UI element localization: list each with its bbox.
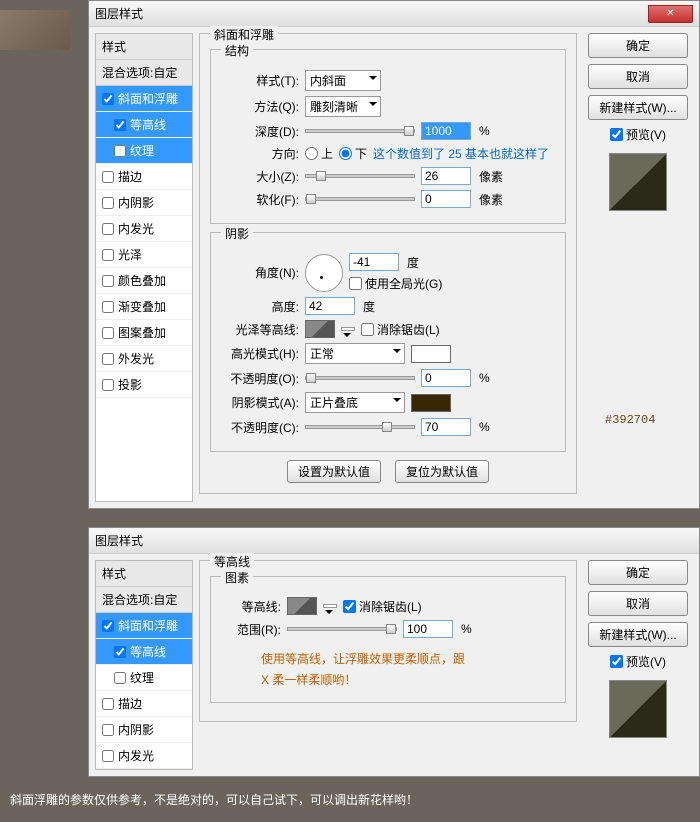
contour-swatch[interactable] — [287, 597, 317, 615]
sidebar-pattern-overlay[interactable]: 图案叠加 — [96, 320, 192, 346]
shadow-mode[interactable]: 正片叠底 — [305, 392, 405, 413]
titlebar: 图层样式 ✕ — [89, 1, 699, 27]
bevel-panel: 斜面和浮雕 结构 样式(T):内斜面 方法(Q):雕刻清晰 深度(D):1000… — [199, 33, 577, 502]
sidebar-texture[interactable]: 纹理 — [96, 138, 192, 164]
preview-check[interactable]: 预览(V) — [610, 126, 666, 143]
sidebar-inner-glow[interactable]: 内发光 — [96, 216, 192, 242]
contour-dd[interactable] — [323, 604, 337, 608]
highlight-color[interactable] — [411, 345, 451, 363]
texture-check[interactable] — [114, 145, 126, 157]
make-default-button[interactable]: 设置为默认值 — [287, 460, 381, 483]
sidebar-inner-shadow[interactable]: 内阴影 — [96, 190, 192, 216]
size-slider[interactable] — [305, 174, 415, 178]
new-style-button[interactable]: 新建样式(W)... — [588, 622, 688, 647]
new-style-button[interactable]: 新建样式(W)... — [588, 95, 688, 120]
sidebar-inner-shadow[interactable]: 内阴影 — [96, 717, 192, 743]
gloss-dd[interactable] — [341, 327, 355, 331]
titlebar: 图层样式 — [89, 528, 699, 554]
ok-button[interactable]: 确定 — [588, 33, 688, 58]
angle-dial[interactable] — [305, 254, 343, 292]
soften-input[interactable]: 0 — [421, 190, 471, 208]
highlight-mode[interactable]: 正常 — [305, 343, 405, 364]
size-input[interactable]: 26 — [421, 167, 471, 185]
angle-input[interactable]: -41 — [349, 253, 399, 271]
global-light[interactable]: 使用全局光(G) — [349, 275, 442, 292]
altitude-input[interactable]: 42 — [305, 297, 355, 315]
styles-sidebar: 样式 混合选项:自定 斜面和浮雕 等高线 纹理 描边 内阴影 内发光 — [95, 560, 193, 770]
sidebar-contour[interactable]: 等高线 — [96, 112, 192, 138]
right-buttons: 确定 取消 新建样式(W)... 预览(V) — [583, 33, 693, 502]
contour-note-1: 使用等高线，让浮雕效果更柔顺点，跟 — [261, 650, 555, 667]
dialog-title: 图层样式 — [95, 5, 648, 22]
contour-anti[interactable]: 消除锯齿(L) — [343, 598, 422, 615]
sidebar-contour[interactable]: 等高线 — [96, 639, 192, 665]
cancel-button[interactable]: 取消 — [588, 64, 688, 89]
preview-thumb — [609, 153, 667, 211]
soften-slider[interactable] — [305, 197, 415, 201]
sidebar-stroke[interactable]: 描边 — [96, 691, 192, 717]
cancel-button[interactable]: 取消 — [588, 591, 688, 616]
technique-select[interactable]: 雕刻清晰 — [305, 96, 381, 117]
dir-up[interactable]: 上 — [305, 145, 333, 162]
preview-thumb — [609, 680, 667, 738]
sh-opacity-input[interactable]: 70 — [421, 418, 471, 436]
dir-down[interactable]: 下 — [339, 145, 367, 162]
range-slider[interactable] — [287, 627, 397, 631]
bevel-check[interactable] — [102, 93, 114, 105]
structure-legend: 结构 — [221, 42, 253, 59]
sidebar-header: 样式 — [96, 34, 192, 60]
style-select[interactable]: 内斜面 — [305, 70, 381, 91]
contour-panel: 等高线 图素 等高线:消除锯齿(L) 范围(R):100% 使用等高线，让浮雕效… — [199, 560, 577, 770]
sidebar-inner-glow[interactable]: 内发光 — [96, 743, 192, 769]
contour-check[interactable] — [114, 119, 126, 131]
sidebar-bevel[interactable]: 斜面和浮雕 — [96, 86, 192, 112]
styles-sidebar: 样式 混合选项:自定 斜面和浮雕 等高线 纹理 描边 内阴影 内发光 光泽 颜色… — [95, 33, 193, 502]
sidebar-stroke[interactable]: 描边 — [96, 164, 192, 190]
sidebar-gradient-overlay[interactable]: 渐变叠加 — [96, 294, 192, 320]
sidebar-texture[interactable]: 纹理 — [96, 665, 192, 691]
hl-opacity-input[interactable]: 0 — [421, 369, 471, 387]
ok-button[interactable]: 确定 — [588, 560, 688, 585]
gloss-contour[interactable] — [305, 320, 335, 338]
bevel-legend: 斜面和浮雕 — [210, 26, 278, 43]
sidebar-bevel[interactable]: 斜面和浮雕 — [96, 613, 192, 639]
contour-note-2: X 柔一样柔顺哟！ — [261, 671, 555, 688]
depth-input[interactable]: 1000 — [421, 122, 471, 140]
layer-style-dialog-2: 图层样式 样式 混合选项:自定 斜面和浮雕 等高线 纹理 描边 内阴影 内发光 … — [88, 527, 700, 777]
sidebar-drop-shadow[interactable]: 投影 — [96, 372, 192, 398]
sidebar-outer-glow[interactable]: 外发光 — [96, 346, 192, 372]
right-buttons: 确定 取消 新建样式(W)... 预览(V) — [583, 560, 693, 770]
dir-note: 这个数值到了 25 基本也就这样了 — [373, 145, 549, 162]
shading-legend: 阴影 — [221, 225, 253, 242]
shadow-color[interactable] — [411, 394, 451, 412]
hex-annotation: #392704 — [605, 413, 655, 427]
sh-opacity-slider[interactable] — [305, 425, 415, 429]
gloss-anti[interactable]: 消除锯齿(L) — [361, 321, 440, 338]
hl-opacity-slider[interactable] — [305, 376, 415, 380]
footer-note: 斜面浮雕的参数仅供参考，不是绝对的，可以自己试下，可以调出新花样哟！ — [0, 777, 700, 822]
blend-options[interactable]: 混合选项:自定 — [96, 60, 192, 86]
sidebar-satin[interactable]: 光泽 — [96, 242, 192, 268]
sidebar-color-overlay[interactable]: 颜色叠加 — [96, 268, 192, 294]
dialog-title: 图层样式 — [95, 532, 693, 549]
close-button[interactable]: ✕ — [648, 5, 693, 23]
depth-slider[interactable] — [305, 129, 415, 133]
reset-default-button[interactable]: 复位为默认值 — [395, 460, 489, 483]
range-input[interactable]: 100 — [403, 620, 453, 638]
preview-check[interactable]: 预览(V) — [610, 653, 666, 670]
layer-style-dialog-1: 图层样式 ✕ 样式 混合选项:自定 斜面和浮雕 等高线 纹理 描边 内阴影 内发… — [88, 0, 700, 509]
